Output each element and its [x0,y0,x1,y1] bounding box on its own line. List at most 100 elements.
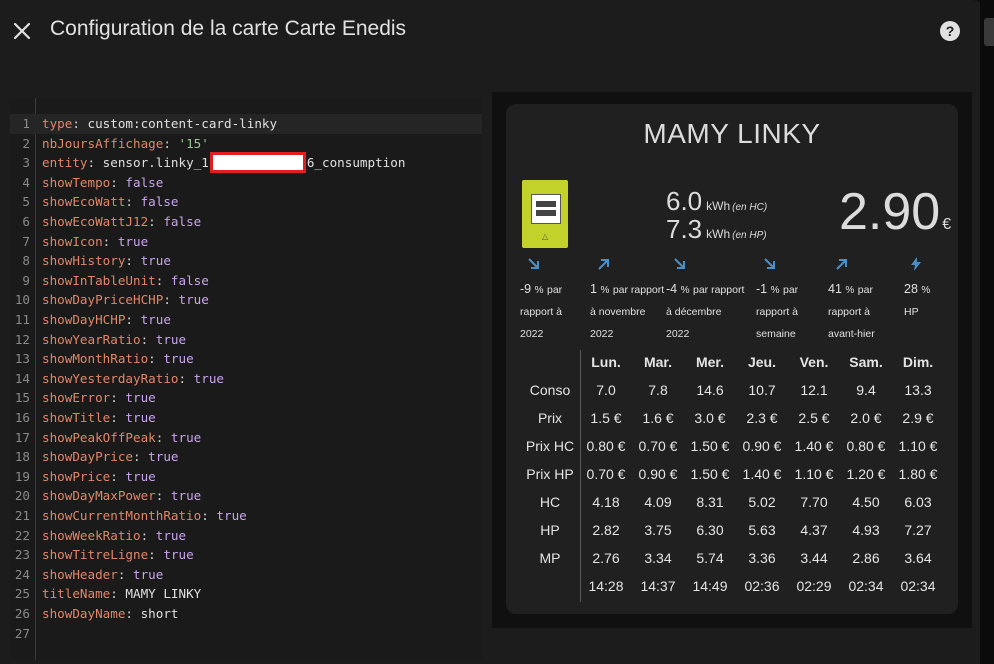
code-line[interactable]: 2 nbJoursAffichage: '15' [10,134,482,154]
code-line[interactable]: 17 showPeakOffPeak: true [10,428,482,448]
ratio-label: rapport à [828,306,871,318]
code-line[interactable]: 24 showHeader: true [10,565,482,585]
yaml-key: showTitreLigne [42,547,149,563]
ratio-label: rapport à [756,306,799,318]
scroll-tab[interactable] [984,18,994,46]
table-day-header: Dim. [902,354,934,370]
code-line[interactable]: 16 showTitle: true [10,408,482,428]
line-number: 15 [14,390,30,406]
line-number: 16 [14,410,30,425]
code-line[interactable]: 4 showTempo: false [10,173,482,193]
table-cell: 1.40 € [742,466,782,482]
code-text: showEcoWatt: false [42,194,179,210]
code-line[interactable]: 10 showDayPriceHCHP: true [10,290,482,310]
code-line[interactable]: 25 titleName: MAMY LINKY [10,584,482,604]
code-text: titleName: MAMY LINKY [42,586,202,602]
help-circle-icon[interactable]: ? [938,19,962,43]
code-line[interactable]: 20 showDayMaxPower: true [10,486,482,506]
yaml-code-editor[interactable]: 1 type: custom:content-card-linky 2 nbJours… [10,98,482,660]
code-text: showTitreLigne: true [42,547,194,563]
code-line[interactable]: 12 showYearRatio: true [10,330,482,350]
line-number: 23 [14,547,30,563]
code-line[interactable]: 11 showDayHCHP: true [10,310,482,330]
card-title: MAMY LINKY [643,118,821,149]
table-row-label: Prix [537,410,563,426]
code-line[interactable]: 6 showEcoWattJ12: false [10,212,482,232]
table-cell: 1.80 € [898,466,938,482]
linky-card: MAMY LINKY △ 6.0 kWh (en HC) 7.3 kWh (en HP)… [506,104,958,614]
table-cell: 02:36 [744,578,780,594]
yaml-value: true [125,468,156,484]
table-cell: 2.5 € [798,410,830,426]
yaml-value: '15' [178,135,209,151]
line-number: 19 [14,468,30,484]
code-line[interactable]: 18 showDayPrice: true [10,447,482,467]
line-number: 1 [22,116,30,131]
code-line[interactable]: 13 showMonthRatio: true [10,349,482,369]
line-number: 22 [14,527,30,543]
table-cell: 4.93 [852,522,880,538]
yaml-value: true [178,292,209,308]
table-cell: 1.6 € [642,410,674,426]
close-icon[interactable] [10,19,34,43]
code-line[interactable]: 7 showIcon: true [10,232,482,252]
code-line[interactable]: 14 showYesterdayRatio: true [10,369,482,389]
yaml-key: showTempo [42,174,111,190]
code-line[interactable]: 8 showHistory: true [10,251,482,271]
ratio-label: 2022 [520,328,544,340]
line-number: 9 [22,272,30,288]
yaml-value: true [163,547,194,563]
yaml-value: 6_consumption [306,155,406,171]
code-line[interactable]: 19 showPrice: true [10,467,482,487]
redaction-box [209,152,306,174]
yaml-key: showDayMaxPower [42,488,156,504]
yaml-key: showYearRatio [42,331,141,347]
code-line[interactable]: 27 [10,624,482,644]
yaml-key: showDayPrice [42,449,133,465]
yaml-value: MAMY LINKY [125,586,202,602]
code-line[interactable]: 15 showError: true [10,388,482,408]
code-line[interactable]: 9 showInTableUnit: false [10,271,482,291]
table-day-header: Mer. [695,354,724,370]
code-line[interactable]: 21 showCurrentMonthRatio: true [10,506,482,526]
yaml-key: showError [42,390,111,406]
table-cell: 0.90 € [638,466,678,482]
table-day-header: Ven. [799,354,829,370]
ratio-label: à novembre [590,306,646,318]
yaml-key: showWeekRatio [42,527,141,543]
line-number: 25 [14,586,30,602]
line-number: 14 [14,370,30,386]
table-day-header: Lun. [591,354,621,370]
table-cell: 6.30 [696,522,724,538]
line-number: 17 [14,429,30,445]
arrow-down-right-icon [762,256,778,272]
table-cell: 2.0 € [850,410,882,426]
table-cell: 14.6 [696,382,724,398]
ratio-value: 41 % par [828,282,873,296]
yaml-value: true [193,370,224,386]
line-number: 24 [14,566,30,582]
table-cell: 02:29 [796,578,832,594]
svg-text:?: ? [946,23,955,39]
table-cell: 0.90 € [742,438,782,454]
code-text: showError: true [42,390,156,406]
code-line[interactable]: 3 entity: sensor.linky_1 6_consumption [10,152,482,174]
table-cell: 3.36 [748,550,776,566]
line-number: 11 [14,312,30,327]
yaml-value: true [125,410,156,425]
code-line[interactable]: 5 showEcoWatt: false [10,192,482,212]
table-cell: 5.63 [748,522,776,538]
ratio-label: HP [904,306,919,318]
code-line[interactable]: 23 showTitreLigne: true [10,545,482,565]
dialog-header: Configuration de la carte Carte Enedis ? [0,0,986,62]
table-cell: 4.37 [800,522,828,538]
yaml-value: true [216,508,247,523]
code-line[interactable]: 1 type: custom:content-card-linky [10,114,482,134]
yaml-value: true [133,566,164,582]
code-line[interactable]: 22 showWeekRatio: true [10,526,482,546]
code-line[interactable]: 26 showDayName: short [10,604,482,624]
line-number: 2 [22,135,30,151]
yaml-value: sensor.linky_1 [102,155,209,171]
code-text: showInTableUnit: false [42,272,209,288]
arrow-down-right-icon [672,256,688,272]
